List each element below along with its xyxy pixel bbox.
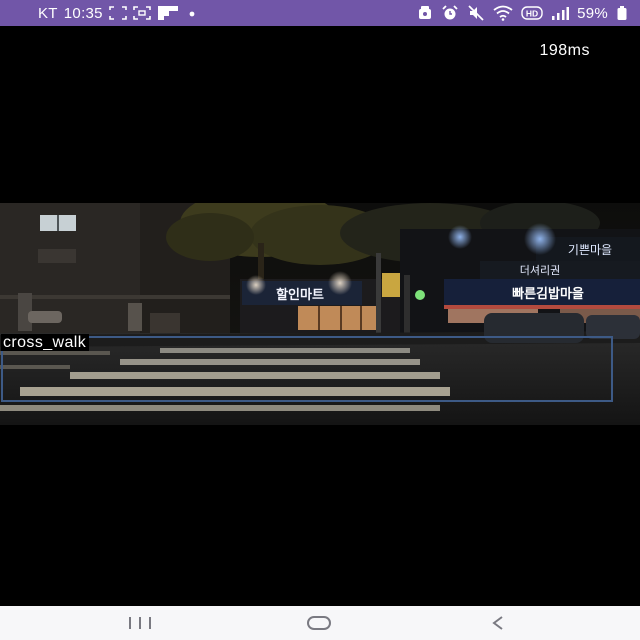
detection-label: cross_walk — [1, 334, 90, 351]
hd-icon-label: HD — [526, 9, 538, 19]
battery-percent: 59% — [577, 4, 608, 22]
signal-icon — [551, 5, 570, 21]
recent-apps-button[interactable] — [100, 606, 180, 640]
status-bar-left: KT 10:35 — [38, 5, 199, 22]
store-sign-right-3: 기쁜마을 — [568, 243, 612, 257]
inference-time-label: 198ms — [539, 42, 590, 59]
lock-icon — [417, 5, 433, 21]
status-bar: KT 10:35 HD 59% — [0, 0, 640, 26]
scan-frame-icon — [109, 6, 127, 20]
alarm-icon — [441, 5, 459, 21]
dot-icon — [185, 6, 199, 20]
store-sign-right-2: 빠른김밥마을 — [512, 286, 584, 302]
battery-icon — [616, 5, 628, 21]
carrier-label: KT — [38, 4, 58, 22]
home-icon — [307, 616, 331, 630]
home-button[interactable] — [279, 606, 359, 640]
flipboard-icon — [157, 5, 179, 21]
app-screen: KT 10:35 HD 59% 198ms 할인마트 기쁜마을 더셔리권 빠른김… — [0, 0, 640, 640]
back-button[interactable] — [458, 606, 538, 640]
screenshot-icon — [133, 6, 151, 20]
back-icon — [492, 616, 503, 630]
hd-icon: HD — [521, 5, 543, 21]
status-bar-right: HD 59% — [417, 5, 628, 22]
clock-time: 10:35 — [63, 4, 103, 22]
detection-bounding-box — [1, 336, 613, 402]
store-sign-right-1: 더셔리권 — [520, 264, 560, 277]
mute-icon — [467, 5, 485, 21]
recent-apps-icon — [129, 617, 151, 629]
wifi-icon — [493, 5, 513, 21]
navigation-bar — [0, 606, 640, 640]
store-sign-left: 할인마트 — [276, 287, 324, 303]
